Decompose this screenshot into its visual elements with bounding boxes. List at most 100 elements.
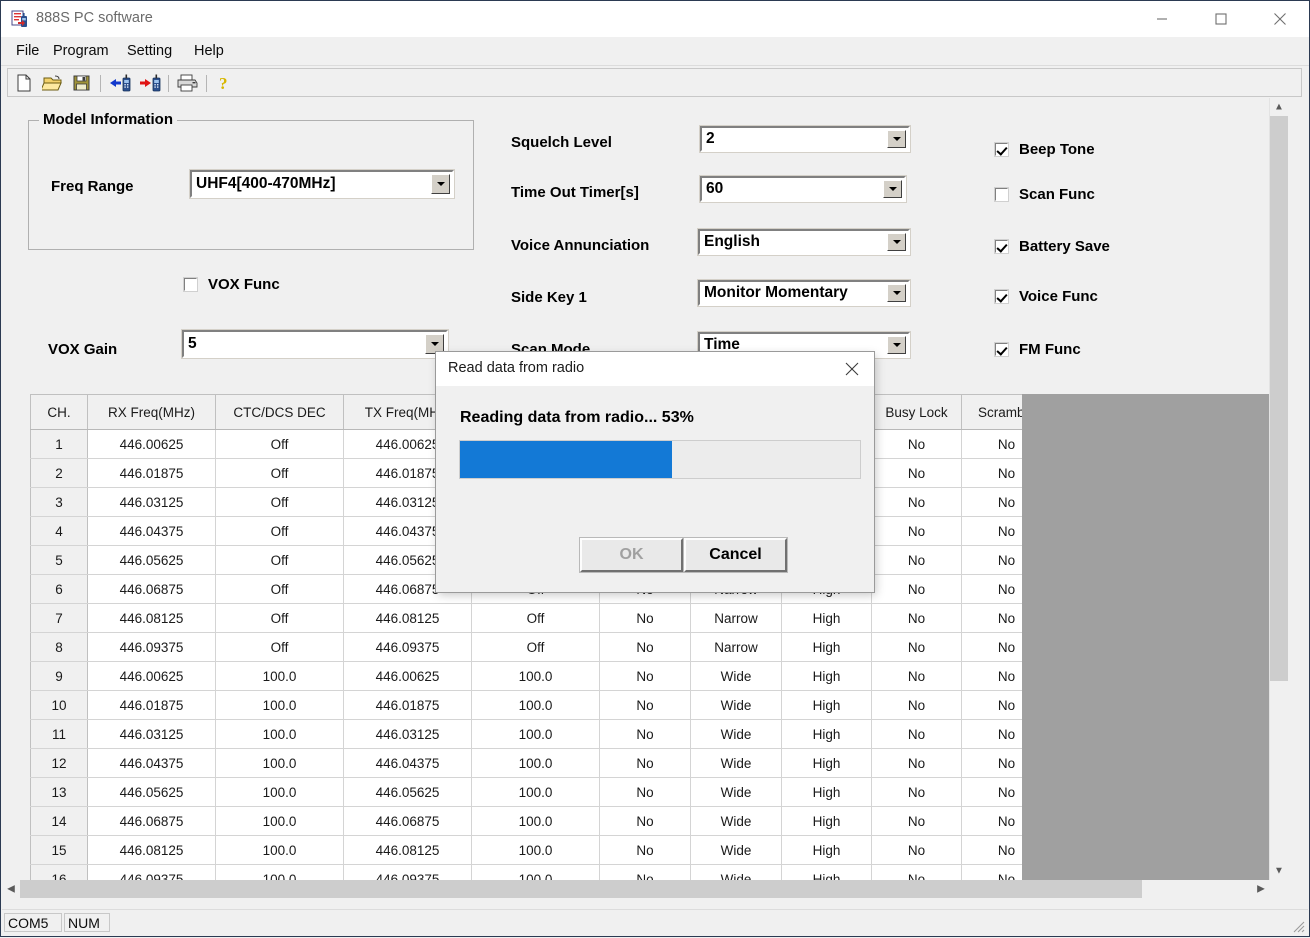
- table-cell[interactable]: 100.0: [215, 661, 344, 691]
- table-cell[interactable]: No: [599, 632, 691, 662]
- table-cell[interactable]: No: [961, 777, 1022, 807]
- table-cell[interactable]: 100.0: [471, 777, 600, 807]
- table-cell[interactable]: 100.0: [215, 806, 344, 836]
- chevron-down-icon[interactable]: [887, 233, 906, 251]
- table-cell[interactable]: No: [961, 748, 1022, 778]
- table-cell[interactable]: No: [599, 806, 691, 836]
- row-header-cell[interactable]: 11: [30, 719, 88, 749]
- table-cell[interactable]: 446.08125: [87, 835, 216, 865]
- table-cell[interactable]: 100.0: [215, 748, 344, 778]
- table-cell[interactable]: Off: [215, 574, 344, 604]
- table-cell[interactable]: 446.08125: [343, 835, 472, 865]
- open-folder-icon[interactable]: [40, 73, 66, 95]
- table-cell[interactable]: 446.05625: [343, 777, 472, 807]
- table-cell[interactable]: No: [871, 777, 962, 807]
- table-cell[interactable]: No: [599, 690, 691, 720]
- column-header-busy-lock[interactable]: Busy Lock: [871, 394, 962, 430]
- chevron-down-icon[interactable]: [883, 180, 902, 198]
- row-header-cell[interactable]: 10: [30, 690, 88, 720]
- horizontal-scrollbar[interactable]: ◀ ▶: [2, 880, 1270, 898]
- chevron-down-icon[interactable]: [887, 336, 906, 354]
- chevron-down-icon[interactable]: [887, 284, 906, 302]
- table-row[interactable]: 13 446.05625 100.0 446.05625 100.0 No Wide High…: [30, 777, 1022, 807]
- table-cell[interactable]: No: [961, 487, 1022, 517]
- table-cell[interactable]: Off: [215, 516, 344, 546]
- table-cell[interactable]: 446.03125: [87, 487, 216, 517]
- table-cell[interactable]: No: [961, 429, 1022, 459]
- close-button[interactable]: [1257, 1, 1303, 37]
- table-cell[interactable]: Off: [215, 429, 344, 459]
- save-disk-icon[interactable]: [71, 73, 95, 95]
- row-header-cell[interactable]: 7: [30, 603, 88, 633]
- row-header-cell[interactable]: 4: [30, 516, 88, 546]
- table-cell[interactable]: No: [871, 835, 962, 865]
- table-cell[interactable]: No: [599, 748, 691, 778]
- table-cell[interactable]: No: [871, 690, 962, 720]
- dialog-close-button[interactable]: [830, 352, 874, 386]
- table-cell[interactable]: High: [781, 719, 872, 749]
- table-cell[interactable]: Off: [215, 603, 344, 633]
- row-header-cell[interactable]: 2: [30, 458, 88, 488]
- table-cell[interactable]: No: [961, 719, 1022, 749]
- beep-tone-checkbox-box[interactable]: [994, 142, 1009, 157]
- fm-func-checkbox[interactable]: FM Func: [994, 341, 1081, 358]
- row-header-cell[interactable]: 14: [30, 806, 88, 836]
- chevron-down-icon[interactable]: [431, 174, 450, 194]
- table-cell[interactable]: No: [599, 777, 691, 807]
- row-header-cell[interactable]: 5: [30, 545, 88, 575]
- table-cell[interactable]: 100.0: [471, 719, 600, 749]
- table-cell[interactable]: 446.08125: [343, 603, 472, 633]
- table-cell[interactable]: No: [871, 748, 962, 778]
- table-cell[interactable]: High: [781, 661, 872, 691]
- scroll-up-button[interactable]: ▲: [1270, 98, 1288, 116]
- menu-setting[interactable]: Setting: [120, 37, 179, 65]
- voice-func-checkbox[interactable]: Voice Func: [994, 288, 1098, 305]
- vox-func-checkbox[interactable]: VOX Func: [183, 276, 280, 293]
- resize-grip-icon[interactable]: [1291, 919, 1305, 933]
- menu-file[interactable]: File: [9, 37, 46, 65]
- table-row[interactable]: 14 446.06875 100.0 446.06875 100.0 No Wide High…: [30, 806, 1022, 836]
- table-cell[interactable]: No: [871, 429, 962, 459]
- scroll-right-button[interactable]: ▶: [1252, 880, 1270, 898]
- table-cell[interactable]: No: [871, 458, 962, 488]
- table-cell[interactable]: High: [781, 748, 872, 778]
- freq-range-combo[interactable]: UHF4[400-470MHz]: [189, 169, 455, 199]
- table-cell[interactable]: 446.06875: [87, 806, 216, 836]
- table-row[interactable]: 15 446.08125 100.0 446.08125 100.0 No Wide High…: [30, 835, 1022, 865]
- table-cell[interactable]: Wide: [690, 777, 782, 807]
- table-cell[interactable]: High: [781, 777, 872, 807]
- table-cell[interactable]: No: [961, 603, 1022, 633]
- column-header-rx-freq-mhz[interactable]: RX Freq(MHz): [87, 394, 216, 430]
- table-cell[interactable]: No: [871, 806, 962, 836]
- table-cell[interactable]: Off: [215, 632, 344, 662]
- table-cell[interactable]: 446.06875: [343, 806, 472, 836]
- vox-gain-combo[interactable]: 5: [181, 329, 449, 359]
- new-file-icon[interactable]: [13, 73, 37, 95]
- row-header-cell[interactable]: 12: [30, 748, 88, 778]
- beep-tone-checkbox[interactable]: Beep Tone: [994, 141, 1095, 158]
- table-cell[interactable]: No: [871, 719, 962, 749]
- table-cell[interactable]: No: [961, 545, 1022, 575]
- table-cell[interactable]: Wide: [690, 835, 782, 865]
- table-cell[interactable]: Off: [215, 545, 344, 575]
- table-cell[interactable]: 100.0: [471, 748, 600, 778]
- fm-func-checkbox-box[interactable]: [994, 342, 1009, 357]
- table-cell[interactable]: 446.00625: [87, 661, 216, 691]
- battery-save-checkbox[interactable]: Battery Save: [994, 238, 1110, 255]
- table-cell[interactable]: No: [871, 632, 962, 662]
- table-cell[interactable]: No: [961, 661, 1022, 691]
- table-cell[interactable]: 446.08125: [87, 603, 216, 633]
- column-header-scramble[interactable]: Scramble: [961, 394, 1022, 430]
- side-key-1-combo[interactable]: Monitor Momentary: [697, 279, 911, 307]
- table-cell[interactable]: 446.01875: [343, 690, 472, 720]
- table-cell[interactable]: 446.04375: [87, 516, 216, 546]
- table-cell[interactable]: No: [599, 835, 691, 865]
- table-cell[interactable]: 446.04375: [343, 748, 472, 778]
- table-row[interactable]: 11 446.03125 100.0 446.03125 100.0 No Wide High…: [30, 719, 1022, 749]
- table-cell[interactable]: 446.01875: [87, 458, 216, 488]
- table-cell[interactable]: No: [599, 661, 691, 691]
- table-cell[interactable]: High: [781, 603, 872, 633]
- dialog-ok-button[interactable]: OK: [579, 537, 684, 573]
- table-cell[interactable]: Off: [471, 632, 600, 662]
- table-cell[interactable]: 446.01875: [87, 690, 216, 720]
